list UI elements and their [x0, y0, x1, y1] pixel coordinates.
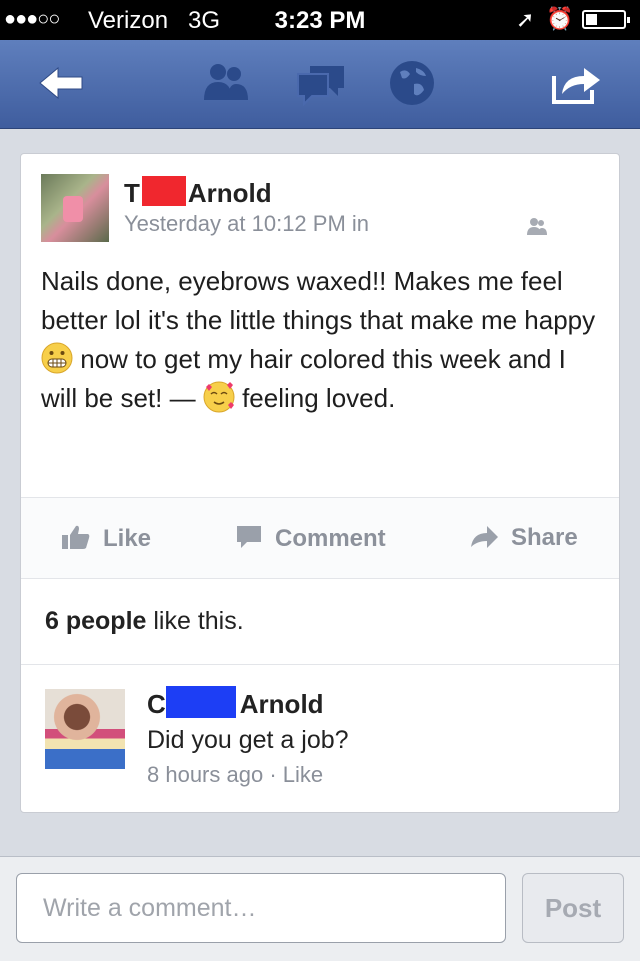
comment-label: Comment [275, 525, 386, 552]
post-card: T Arnold Yesterday at 10:12 PM in Nails d… [20, 153, 620, 813]
back-arrow-icon[interactable] [34, 58, 90, 108]
share-icon[interactable] [548, 58, 604, 108]
clock: 3:23 PM [274, 7, 366, 34]
share-button[interactable]: Share [469, 524, 578, 552]
friends-audience-icon [526, 217, 548, 235]
comment-composer: Post [0, 856, 640, 961]
post-timestamp[interactable]: Yesterday at 10:12 PM in [124, 211, 369, 237]
globe-icon[interactable] [386, 58, 442, 108]
alarm-icon: ⏰ [546, 6, 574, 31]
likes-count: 6 people [45, 607, 147, 635]
share-label: Share [511, 524, 578, 551]
comment-input[interactable] [16, 873, 506, 943]
comment-meta: 8 hours ago · Like [147, 762, 323, 788]
comment-text: Did you get a job? [147, 726, 349, 754]
redaction-box [141, 176, 186, 206]
post-author[interactable]: T Arnold [124, 176, 272, 209]
nav-bar [0, 40, 640, 129]
redaction-box [165, 686, 236, 718]
thumbs-up-icon [62, 525, 90, 549]
comment-author[interactable]: C Arnold [147, 686, 324, 720]
comment-button[interactable]: Comment [235, 524, 386, 553]
speech-bubble-icon [237, 526, 261, 548]
post-body: Nails done, eyebrows waxed!! Makes me fe… [41, 262, 601, 418]
commenter-avatar[interactable] [45, 689, 125, 769]
comment-like-link[interactable]: Like [283, 762, 323, 787]
hearts-face-emoji-icon [203, 381, 235, 413]
feeling-status: feeling loved. [242, 383, 396, 413]
likes-summary[interactable]: 6 people like this. [45, 607, 244, 636]
likes-suffix: like this. [153, 607, 244, 635]
like-label: Like [103, 525, 152, 552]
comment-time: 8 hours ago [147, 762, 264, 787]
share-arrow-icon [471, 526, 498, 548]
commenter-initial: C [147, 689, 166, 719]
author-initial: T [124, 178, 140, 208]
post-text-part1: Nails done, eyebrows waxed!! Makes me fe… [41, 266, 596, 335]
grinning-emoji-icon [41, 342, 73, 374]
location-arrow-icon: ➚ [516, 7, 535, 32]
post-button[interactable]: Post [522, 873, 624, 943]
post-actions: Like Comment Share [21, 497, 619, 579]
commenter-last-name: Arnold [239, 689, 324, 719]
messages-icon[interactable] [294, 58, 350, 108]
battery-icon [582, 10, 630, 29]
meta-separator: · [269, 762, 277, 787]
friends-icon[interactable] [198, 58, 254, 108]
like-button[interactable]: Like [61, 524, 151, 553]
author-last-name: Arnold [187, 178, 272, 208]
status-bar: ●●●○○ Verizon 3G 3:23 PM ➚ ⏰ [0, 0, 640, 40]
divider [21, 664, 619, 665]
author-avatar[interactable] [41, 174, 109, 242]
